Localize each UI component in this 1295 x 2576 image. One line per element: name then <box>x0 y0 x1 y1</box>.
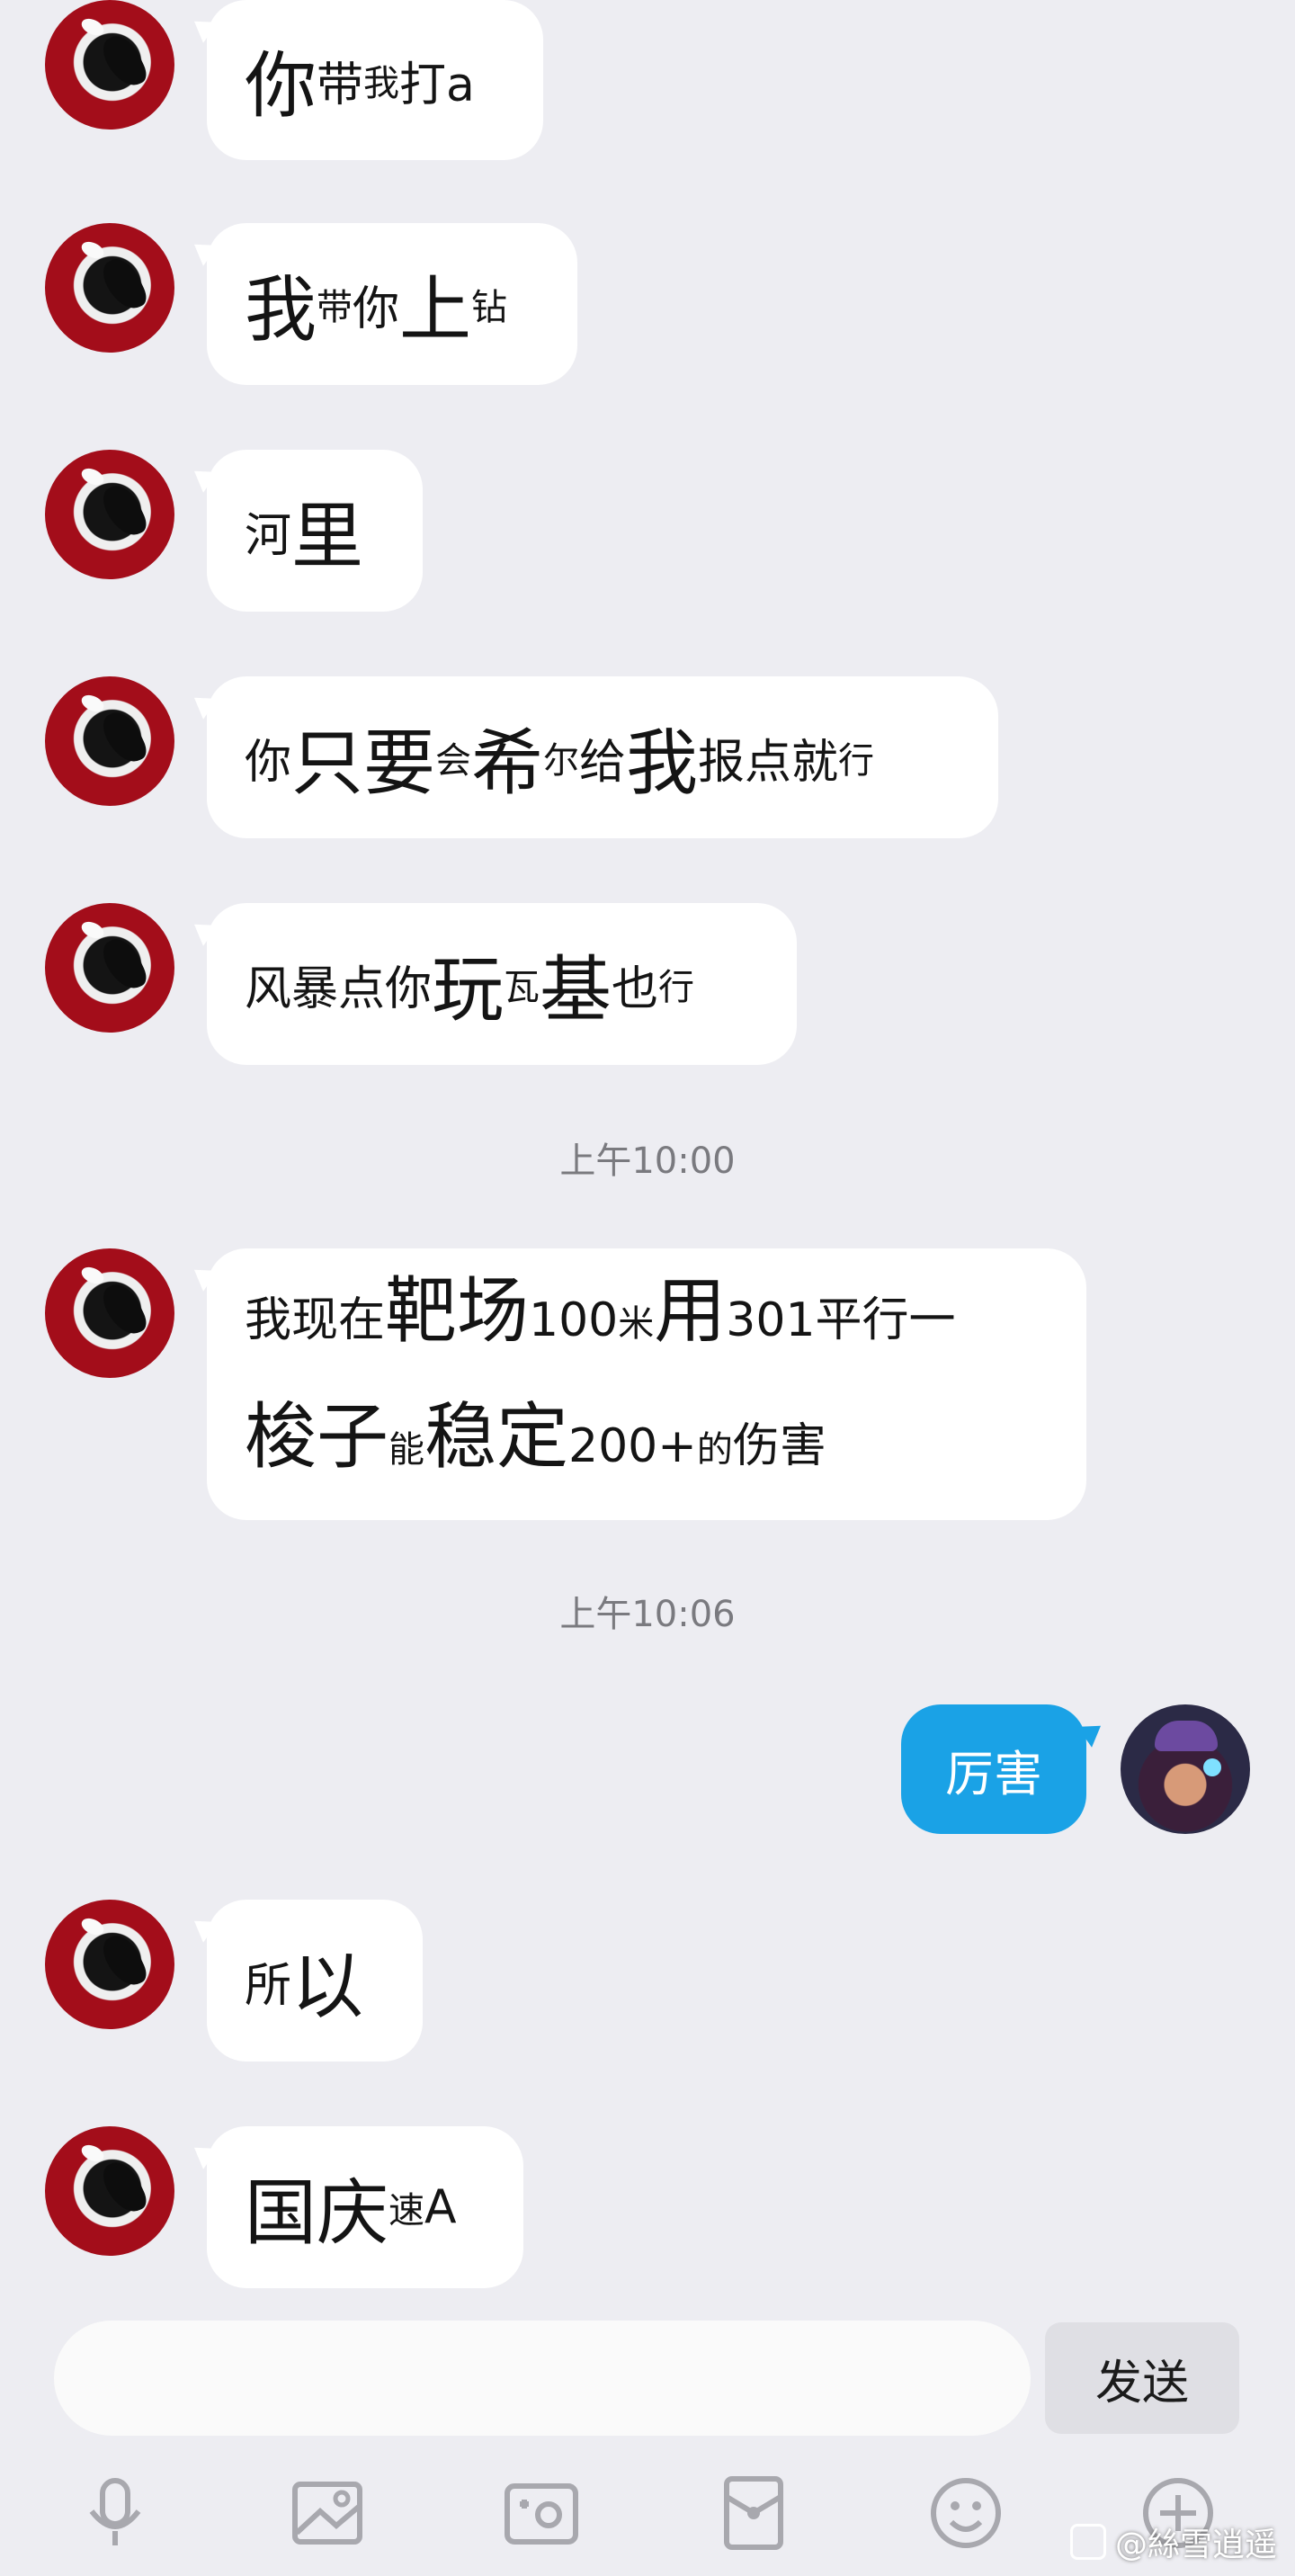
contact-avatar[interactable] <box>45 223 174 353</box>
message-text-segment: 301平行一 <box>726 1293 956 1347</box>
message-text-segment: 靶场 <box>385 1269 530 1353</box>
camera-icon[interactable] <box>498 2470 585 2556</box>
message-bubble[interactable]: 风暴点你玩瓦基也行 <box>207 903 797 1065</box>
message-text-segment: 所 <box>245 1958 292 2013</box>
message-input[interactable] <box>54 2321 1031 2436</box>
message-text-segment: 基 <box>540 948 612 1032</box>
mic-icon[interactable] <box>72 2470 158 2556</box>
watermark: @絲雪逍遥 <box>1069 2518 1277 2565</box>
watermark-text: @絲雪逍遥 <box>1114 2527 1277 2563</box>
message-text-segment: 稳定 <box>424 1395 568 1479</box>
my-message-bubble[interactable]: 厉害 <box>901 1704 1086 1834</box>
message-text-segment: 风暴点你 <box>245 962 433 1016</box>
message-text-segment: 200+ <box>568 1419 697 1473</box>
contact-avatar[interactable] <box>45 903 174 1033</box>
message-text-segment: 钻 <box>471 287 508 328</box>
message-text-segment: 只要 <box>291 721 436 805</box>
message-bubble[interactable]: 你带我打a <box>207 0 543 160</box>
message-text-segment: 你 <box>245 44 317 128</box>
weibo-logo-icon <box>1069 2524 1106 2560</box>
message-text-segment: 行 <box>838 740 875 782</box>
contact-avatar[interactable] <box>45 450 174 579</box>
message-text-segment: A <box>424 2180 457 2234</box>
message-text-segment: 会 <box>435 740 472 782</box>
message-text-segment: 我 <box>245 268 317 352</box>
message-text-segment: 行 <box>658 967 695 1008</box>
message-text-segment: 的 <box>696 1429 733 1471</box>
emoji-icon[interactable] <box>923 2470 1009 2556</box>
message-bubble[interactable]: 我带你上钻 <box>207 223 577 385</box>
message-text-segment: 河 <box>245 508 292 563</box>
my-avatar[interactable] <box>1121 1704 1250 1834</box>
message-line: 梭子能稳定200+的伤害 <box>245 1384 826 1510</box>
message-text-segment: 米 <box>618 1303 655 1345</box>
message-text-segment: 伤害 <box>732 1419 826 1473</box>
message-text-segment: 国庆 <box>245 2171 388 2255</box>
message-text-segment: 也 <box>612 962 659 1016</box>
contact-avatar[interactable] <box>45 676 174 806</box>
message-text-segment: 玩 <box>432 948 505 1032</box>
message-text-segment: 瓦 <box>504 967 540 1008</box>
image-icon[interactable] <box>284 2470 371 2556</box>
message-text-segment: 里 <box>291 495 364 578</box>
message-bubble[interactable]: 你只要会希尔给我报点就行 <box>207 676 998 838</box>
contact-avatar[interactable] <box>45 1248 174 1378</box>
message-text-segment: 带 <box>317 58 364 112</box>
message-text-segment: 给 <box>579 735 627 790</box>
message-text-segment: 你 <box>245 735 292 790</box>
message-bubble[interactable]: 所以 <box>207 1900 423 2062</box>
red-packet-icon[interactable] <box>710 2470 797 2556</box>
contact-avatar[interactable] <box>45 0 174 130</box>
contact-avatar[interactable] <box>45 1900 174 2029</box>
message-line: 我现在靶场100米用301平行一 <box>245 1258 956 1384</box>
message-text-segment: 能 <box>388 1429 424 1471</box>
message-text-segment: 100 <box>529 1293 619 1347</box>
contact-avatar[interactable] <box>45 2126 174 2256</box>
send-button[interactable]: 发送 <box>1045 2322 1239 2434</box>
message-text-segment: 我 <box>626 721 699 805</box>
message-bubble[interactable]: 国庆速 A <box>207 2126 523 2288</box>
message-text-segment: 以 <box>291 1945 364 2028</box>
message-text-segment: 报点就 <box>698 735 839 790</box>
message-bubble[interactable]: 河里 <box>207 450 423 612</box>
message-text-segment: 梭子 <box>245 1395 388 1479</box>
message-text-segment: 速 <box>388 2190 424 2232</box>
chat-area: 你带我打a 我带你上钻 河里 你只要会希尔给我报点就行 风暴点你玩瓦基也行 上午… <box>0 0 1295 2303</box>
timestamp: 上午10:00 <box>559 1140 736 1182</box>
message-text-segment: 带 <box>317 287 353 328</box>
message-text-segment: 用 <box>654 1269 727 1353</box>
message-text-segment: 我现在 <box>245 1293 386 1347</box>
message-bubble[interactable]: 我现在靶场100米用301平行一 梭子能稳定200+的伤害 <box>207 1248 1086 1520</box>
message-text-segment: 你 <box>353 282 400 336</box>
message-text-segment: 尔 <box>543 740 580 782</box>
timestamp: 上午10:06 <box>559 1594 736 1635</box>
message-text-segment: 上 <box>399 268 472 352</box>
message-text-segment: 打a <box>399 58 475 112</box>
message-text-segment: 希 <box>471 721 544 805</box>
message-text-segment: 我 <box>363 63 400 104</box>
input-bar: 发送 <box>0 2303 1295 2436</box>
